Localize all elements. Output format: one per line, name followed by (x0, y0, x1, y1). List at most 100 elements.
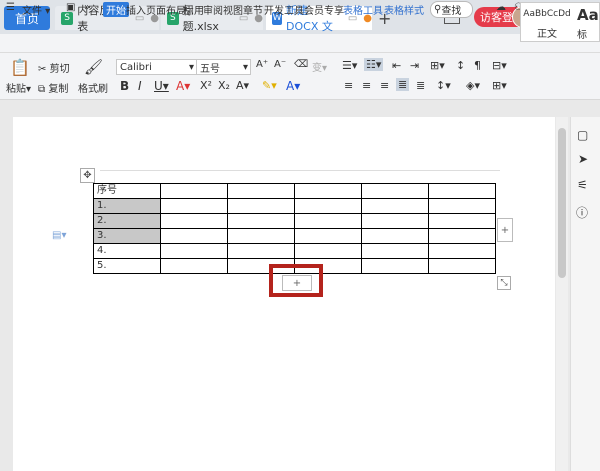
menu-table-style[interactable]: 表格样式 (384, 2, 424, 17)
settings-sliders-icon[interactable]: ⚟ (577, 178, 588, 192)
font-size-select[interactable]: 五号 ▾ (196, 59, 251, 75)
table-cell[interactable]: 序号 (93, 183, 161, 199)
table-cell[interactable]: 5. (93, 258, 161, 274)
table-cell[interactable] (428, 243, 496, 259)
table-cell[interactable] (428, 213, 496, 229)
outdent-icon[interactable]: ⇤ (392, 59, 401, 72)
clear-format-icon[interactable]: ⌫ (294, 59, 308, 70)
cut-button[interactable]: ✂ 剪切 (38, 60, 70, 75)
menu-sections[interactable]: 章节 (243, 2, 263, 17)
style-normal[interactable]: AaBbCcDd 正文 (520, 2, 574, 42)
table-cell[interactable] (361, 198, 429, 214)
table-cell[interactable] (294, 228, 362, 244)
paragraph-marker-icon[interactable]: ▤▾ (52, 230, 66, 241)
table-cell[interactable] (428, 198, 496, 214)
font-shrink-icon[interactable]: A⁻ (274, 59, 286, 70)
style-heading[interactable]: Aa 标 (573, 2, 600, 42)
table-cell[interactable] (361, 213, 429, 229)
distribute-icon[interactable]: ≣ (416, 79, 425, 92)
more-icon[interactable]: » (84, 2, 90, 13)
table-cell[interactable] (227, 213, 295, 229)
bullet-list-icon[interactable]: ☰▾ (342, 59, 357, 72)
scrollbar-thumb[interactable] (558, 128, 566, 278)
superscript-icon[interactable]: X² (200, 79, 212, 92)
table-resize-icon[interactable]: ⤡ (497, 276, 511, 290)
table-cell[interactable] (294, 183, 362, 199)
menu-file[interactable]: 文件 ▾ (22, 2, 50, 17)
menu-review[interactable]: 审阅 (203, 2, 223, 17)
table-cell[interactable] (361, 183, 429, 199)
table-cell[interactable]: 2. (93, 213, 161, 229)
menu-page-layout[interactable]: 页面布局 (146, 2, 186, 17)
justify-icon[interactable]: ≣ (396, 78, 410, 91)
paste-icon[interactable]: 📋 (10, 58, 30, 77)
table-cell[interactable] (428, 183, 496, 199)
add-column-button[interactable]: + (497, 218, 513, 242)
table-cell[interactable]: 3. (93, 228, 161, 244)
border-icon[interactable]: ⊟▾ (492, 59, 507, 72)
table-cell[interactable]: 1. (93, 198, 161, 214)
menu-references[interactable]: 引用 (184, 2, 204, 17)
menu-developer[interactable]: 开发工具 (264, 2, 304, 17)
bold-icon[interactable]: B (120, 79, 129, 93)
table-cell[interactable] (160, 213, 228, 229)
table-cell[interactable] (294, 213, 362, 229)
table-cell[interactable]: 4. (93, 243, 161, 259)
help-icon[interactable]: ⓘ (576, 204, 588, 221)
font-grow-icon[interactable]: A⁺ (256, 59, 268, 70)
chinese-layout-icon[interactable]: ⊞▾ (430, 59, 445, 72)
menu-table-tools[interactable]: 表格工具 (343, 2, 383, 17)
collapse-panel-icon[interactable]: ▢ (577, 128, 588, 142)
phonetic-icon[interactable]: 变▾ (312, 59, 327, 74)
table-cell[interactable] (294, 243, 362, 259)
table-cell[interactable] (428, 258, 496, 274)
menu-view[interactable]: 视图 (223, 2, 243, 17)
table-cell[interactable] (227, 183, 295, 199)
copy-button[interactable]: ⧉ 复制 (38, 80, 68, 95)
cloud-icon[interactable]: ☁ (496, 2, 506, 13)
format-painter-button[interactable]: 格式刷 (78, 80, 108, 95)
table-move-icon[interactable]: ✥ (80, 168, 95, 183)
sort-icon[interactable]: ↕ (456, 59, 465, 72)
highlight-icon[interactable]: ✎▾ (262, 79, 277, 92)
document-table[interactable]: 序号 1. 2. 3. 4. 5. (93, 183, 496, 274)
line-spacing-icon[interactable]: ↕▾ (436, 79, 451, 92)
italic-icon[interactable]: I (138, 79, 142, 93)
font-family-select[interactable]: Calibri ▾ (116, 59, 197, 75)
show-marks-icon[interactable]: ¶ (474, 59, 481, 72)
table-cell[interactable] (227, 198, 295, 214)
indent-icon[interactable]: ⇥ (410, 59, 419, 72)
table-cell[interactable] (361, 243, 429, 259)
table-cell[interactable] (160, 243, 228, 259)
table-cell[interactable] (227, 243, 295, 259)
paragraph-border-icon[interactable]: ⊞▾ (492, 79, 507, 92)
hamburger-icon[interactable]: ☰ (6, 2, 15, 13)
subscript-icon[interactable]: X₂ (218, 79, 230, 92)
menu-insert[interactable]: 插入 (126, 2, 146, 17)
menu-member[interactable]: 会员专享 (304, 2, 344, 17)
table-cell[interactable] (160, 198, 228, 214)
table-cell[interactable] (361, 228, 429, 244)
underline-icon[interactable]: U▾ (154, 79, 169, 93)
font-color-icon[interactable]: A▾ (286, 79, 300, 93)
search-box[interactable]: ⚲ 查找 (430, 1, 473, 18)
add-row-button[interactable]: + (282, 275, 312, 291)
table-cell[interactable] (227, 228, 295, 244)
table-cell[interactable] (294, 198, 362, 214)
strike-icon[interactable]: A▾ (176, 79, 190, 93)
align-left-icon[interactable]: ≡ (344, 79, 353, 92)
table-cell[interactable] (361, 258, 429, 274)
table-cell[interactable] (428, 228, 496, 244)
format-painter-icon[interactable]: 🖌 (84, 58, 103, 76)
shading-icon[interactable]: ◈▾ (466, 79, 480, 92)
align-center-icon[interactable]: ≡ (362, 79, 371, 92)
align-right-icon[interactable]: ≡ (380, 79, 389, 92)
select-pointer-icon[interactable]: ➤ (578, 152, 588, 166)
save-icon[interactable]: ▣ (66, 2, 75, 13)
table-cell[interactable] (160, 183, 228, 199)
table-cell[interactable] (160, 258, 228, 274)
numbered-list-icon[interactable]: ☷▾ (364, 58, 384, 71)
table-cell[interactable] (160, 228, 228, 244)
paste-button[interactable]: 粘贴▾ (6, 80, 31, 95)
char-border-icon[interactable]: A▾ (236, 79, 249, 92)
